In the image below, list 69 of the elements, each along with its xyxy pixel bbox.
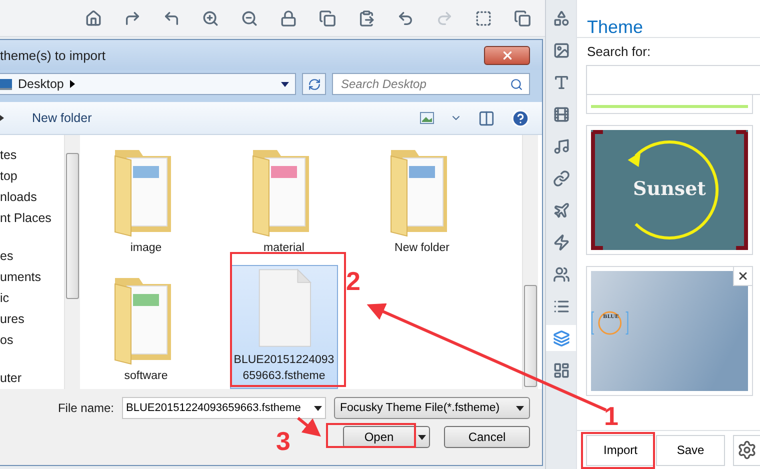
nav-item[interactable]: nt Places <box>0 210 64 227</box>
dropdown-arrow-icon[interactable] <box>281 82 289 86</box>
windows-icon[interactable] <box>514 10 531 26</box>
settings-button[interactable] <box>733 434 760 466</box>
nav-item[interactable]: tes <box>0 147 64 164</box>
close-icon <box>737 270 749 282</box>
theme-title: Sunset <box>632 178 707 200</box>
search-field[interactable] <box>586 65 760 95</box>
nav-item[interactable]: uter <box>0 370 64 387</box>
search-field[interactable]: Search Desktop <box>339 76 510 92</box>
address-bar[interactable]: Desktop <box>0 73 296 95</box>
nav-item[interactable]: ic <box>0 290 64 307</box>
dropdown-arrow-icon[interactable] <box>314 406 322 410</box>
dropdown-arrow-icon <box>516 406 524 410</box>
close-button[interactable] <box>484 46 530 64</box>
new-folder-button[interactable]: New folder <box>32 111 92 125</box>
nav-item[interactable]: ures <box>0 311 64 328</box>
scrollbar[interactable] <box>522 135 538 389</box>
search-label: Search for: <box>586 43 652 59</box>
import-button[interactable]: Import <box>586 434 655 466</box>
layers-icon[interactable] <box>546 325 576 351</box>
file-item[interactable]: software <box>92 265 200 389</box>
undo-icon[interactable] <box>397 10 414 26</box>
refresh-icon <box>308 78 320 90</box>
turn-left-icon[interactable] <box>163 10 180 26</box>
turn-right-icon[interactable] <box>124 10 141 26</box>
nav-item[interactable]: uments <box>0 269 64 286</box>
chevron-right-icon <box>70 80 75 88</box>
refresh-button[interactable] <box>302 73 326 95</box>
search-box[interactable]: Search Desktop <box>332 73 530 95</box>
nav-item[interactable]: top <box>0 168 64 185</box>
step-number: 1 <box>604 403 618 429</box>
file-item[interactable]: BLUE20151224093659663.fstheme <box>230 265 338 389</box>
panel-title: Theme <box>586 16 644 37</box>
file-name-field[interactable]: BLUE20151224093659663.fstheme <box>122 397 326 419</box>
file-name-input[interactable]: BLUE20151224093659663.fstheme <box>126 402 314 414</box>
help-icon[interactable] <box>511 108 530 128</box>
nav-item[interactable]: es <box>0 248 64 265</box>
gear-icon <box>737 440 757 460</box>
search-icon <box>510 78 523 90</box>
dropdown-arrow-icon <box>418 434 426 440</box>
file-item[interactable]: New folder <box>368 137 476 261</box>
paste-icon[interactable] <box>358 10 375 26</box>
file-item[interactable]: image <box>92 137 200 261</box>
cancel-button[interactable]: Cancel <box>444 426 530 448</box>
view-icon[interactable] <box>420 112 434 124</box>
save-button[interactable]: Save <box>656 434 725 466</box>
file-name-label: File name: <box>58 401 114 415</box>
dialog-title: theme(s) to import <box>0 48 106 62</box>
zoom-out-icon[interactable] <box>241 10 258 26</box>
preview-pane-icon[interactable] <box>478 110 495 126</box>
home-icon[interactable] <box>85 10 102 26</box>
close-icon <box>500 48 514 62</box>
dashed-square-icon[interactable] <box>475 10 492 26</box>
copy-icon[interactable] <box>319 10 336 26</box>
nav-item[interactable]: os <box>0 332 64 349</box>
zoom-in-icon[interactable] <box>202 10 219 26</box>
nav-item[interactable]: nloads <box>0 189 64 206</box>
theme-card[interactable]: Sunset <box>586 125 753 255</box>
callout-arrow <box>297 416 321 437</box>
step-number: 3 <box>276 428 290 454</box>
lock-icon[interactable] <box>280 10 297 26</box>
file-type-dropdown[interactable]: Focusky Theme File(*.fstheme) <box>334 397 530 419</box>
step-number: 2 <box>346 268 360 294</box>
scrollbar[interactable] <box>64 135 80 389</box>
caret-icon[interactable] <box>0 115 4 121</box>
open-button[interactable]: Open <box>343 426 430 448</box>
file-item[interactable]: material <box>230 137 338 261</box>
desktop-icon <box>0 78 12 90</box>
